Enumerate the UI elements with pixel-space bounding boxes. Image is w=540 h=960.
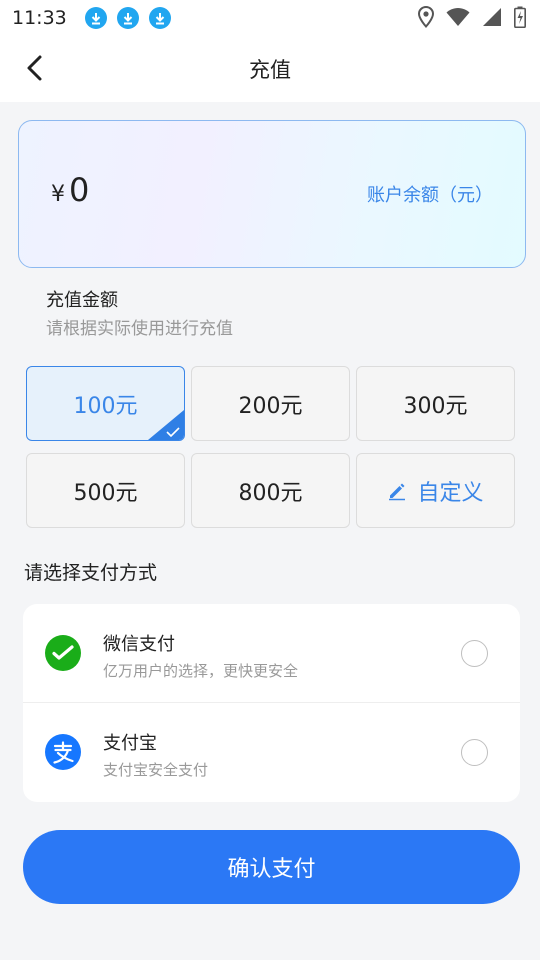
location-icon (418, 6, 434, 28)
amount-option-100[interactable]: 100元 (26, 366, 185, 441)
payment-option-wechat[interactable]: 微信支付 亿万用户的选择，更快更安全 (23, 604, 520, 703)
header: 充值 (0, 36, 540, 102)
status-time: 11:33 (12, 7, 67, 29)
amount-option-200[interactable]: 200元 (191, 366, 350, 441)
amount-option-300[interactable]: 300元 (356, 366, 515, 441)
recharge-title: 充值金额 (46, 290, 118, 311)
amount-option-500[interactable]: 500元 (26, 453, 185, 528)
payment-name: 微信支付 (103, 634, 175, 655)
page-title: 充值 (249, 58, 291, 82)
currency-symbol: ¥ (51, 182, 65, 207)
amount-option-label: 500元 (73, 480, 138, 506)
download-icon (116, 7, 139, 29)
edit-icon (389, 483, 406, 500)
amount-option-label: 800元 (238, 480, 303, 506)
download-icon (148, 7, 171, 29)
balance-card: ¥0 账户余额（元） (18, 120, 526, 268)
payment-title: 请选择支付方式 (24, 562, 158, 584)
payment-desc: 支付宝安全支付 (103, 761, 209, 779)
balance-amount: ¥0 (51, 171, 89, 209)
alipay-radio[interactable] (461, 739, 488, 766)
amount-option-label: 200元 (238, 393, 303, 419)
payment-name: 支付宝 (103, 733, 157, 754)
wifi-icon (446, 8, 470, 26)
wechat-pay-icon (45, 635, 81, 671)
signal-icon (483, 8, 501, 26)
confirm-payment-button[interactable]: 确认支付 (23, 830, 520, 904)
custom-amount-button[interactable]: 自定义 (356, 453, 515, 528)
amount-option-label: 100元 (73, 393, 138, 419)
back-icon[interactable] (22, 54, 50, 82)
custom-amount-label: 自定义 (417, 480, 484, 506)
wechat-radio[interactable] (461, 640, 488, 667)
payment-methods: 微信支付 亿万用户的选择，更快更安全 支付宝 支付宝安全支付 (23, 604, 520, 802)
alipay-icon (45, 734, 81, 770)
battery-icon (514, 6, 526, 28)
balance-value: 0 (69, 171, 90, 209)
payment-option-alipay[interactable]: 支付宝 支付宝安全支付 (23, 703, 520, 802)
amount-option-label: 300元 (403, 393, 468, 419)
status-bar: 11:33 (0, 0, 540, 36)
amount-options: 100元 200元 300元 500元 800元 自定义 (26, 366, 516, 528)
amount-option-800[interactable]: 800元 (191, 453, 350, 528)
download-icon (84, 7, 107, 29)
recharge-subtitle: 请根据实际使用进行充值 (46, 319, 233, 339)
balance-label: 账户余额（元） (367, 185, 493, 206)
payment-desc: 亿万用户的选择，更快更安全 (103, 662, 299, 680)
check-icon (166, 427, 180, 437)
